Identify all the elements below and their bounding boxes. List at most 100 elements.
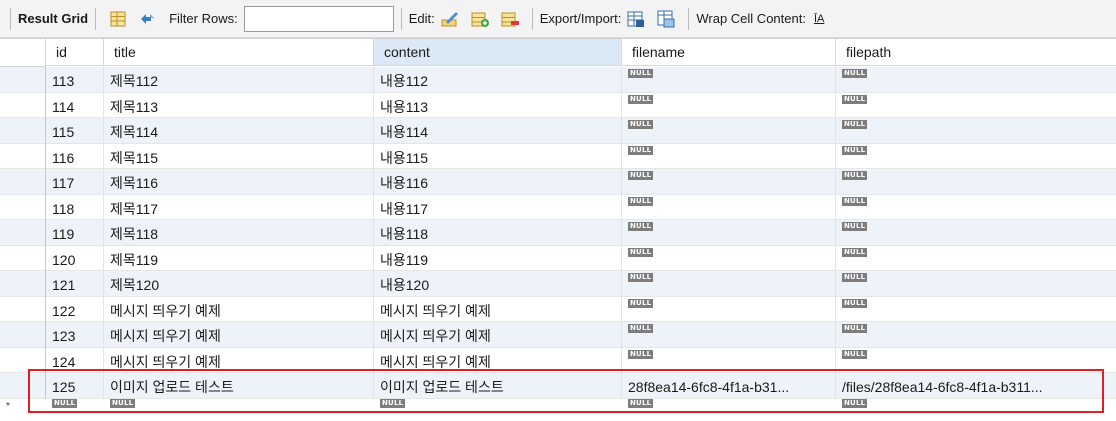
export-icon[interactable] xyxy=(625,8,647,30)
cell-filepath[interactable]: NULL xyxy=(836,271,1116,297)
new-cell-content[interactable]: NULL xyxy=(374,398,622,415)
row-marker[interactable] xyxy=(0,296,46,322)
cell-id[interactable]: 115 xyxy=(46,118,104,144)
table-row[interactable]: 120 제목119 내용119 NULL NULL xyxy=(0,245,1116,272)
result-grid[interactable]: id title content filename filepath 113 제목… xyxy=(0,38,1116,421)
table-row[interactable]: 124 메시지 띄우기 예제 메시지 띄우기 예제 NULL NULL xyxy=(0,347,1116,374)
cell-title[interactable]: 메시지 띄우기 예제 xyxy=(104,347,374,373)
table-row[interactable]: 118 제목117 내용117 NULL NULL xyxy=(0,194,1116,221)
row-marker[interactable] xyxy=(0,67,46,93)
table-row[interactable]: 115 제목114 내용114 NULL NULL xyxy=(0,118,1116,144)
cell-title[interactable]: 제목112 xyxy=(104,67,374,93)
row-marker[interactable] xyxy=(0,169,46,195)
row-marker[interactable] xyxy=(0,245,46,271)
cell-filename[interactable]: NULL xyxy=(622,194,836,220)
cell-title[interactable]: 제목117 xyxy=(104,194,374,220)
cell-filepath[interactable]: NULL xyxy=(836,118,1116,144)
cell-filepath[interactable]: NULL xyxy=(836,297,1116,323)
cell-id[interactable]: 119 xyxy=(46,220,104,246)
table-row[interactable]: 114 제목113 내용113 NULL NULL xyxy=(0,92,1116,119)
cell-filename[interactable]: NULL xyxy=(622,169,836,195)
cell-title[interactable]: 메시지 띄우기 예제 xyxy=(104,296,374,322)
new-row[interactable]: * NULL NULL NULL NULL NULL xyxy=(0,398,1116,415)
column-header-title[interactable]: title xyxy=(104,39,374,66)
table-row[interactable]: 122 메시지 띄우기 예제 메시지 띄우기 예제 NULL NULL xyxy=(0,296,1116,323)
cell-id[interactable]: 121 xyxy=(46,271,104,297)
new-cell-id[interactable]: NULL xyxy=(46,398,104,415)
column-header-id[interactable]: id xyxy=(46,39,104,66)
cell-filename[interactable]: NULL xyxy=(622,296,836,322)
table-row[interactable]: 123 메시지 띄우기 예제 메시지 띄우기 예제 NULL NULL xyxy=(0,322,1116,348)
cell-content[interactable]: 메시지 띄우기 예제 xyxy=(374,322,622,348)
cell-filepath[interactable]: NULL xyxy=(836,220,1116,246)
row-marker[interactable] xyxy=(0,373,46,399)
cell-id[interactable]: 124 xyxy=(46,347,104,373)
cell-filename[interactable]: NULL xyxy=(622,220,836,246)
cell-content[interactable]: 메시지 띄우기 예제 xyxy=(374,296,622,322)
cell-title[interactable]: 제목120 xyxy=(104,271,374,297)
table-row[interactable]: 125 이미지 업로드 테스트 이미지 업로드 테스트 28f8ea14-6fc8-4… xyxy=(0,373,1116,399)
cell-id[interactable]: 122 xyxy=(46,296,104,322)
table-row[interactable]: 121 제목120 내용120 NULL NULL xyxy=(0,271,1116,297)
cell-title[interactable]: 제목118 xyxy=(104,220,374,246)
new-cell-filename[interactable]: NULL xyxy=(622,398,836,415)
table-row[interactable]: 117 제목116 내용116 NULL NULL xyxy=(0,169,1116,195)
column-header-filename[interactable]: filename xyxy=(622,39,836,66)
row-marker[interactable] xyxy=(0,271,46,297)
refresh-icon[interactable] xyxy=(137,8,159,30)
cell-title[interactable]: 이미지 업로드 테스트 xyxy=(104,373,374,399)
cell-title[interactable]: 제목115 xyxy=(104,143,374,169)
row-marker[interactable] xyxy=(0,220,46,246)
cell-content[interactable]: 내용115 xyxy=(374,143,622,169)
cell-filename[interactable]: NULL xyxy=(622,245,836,271)
cell-content[interactable]: 내용117 xyxy=(374,194,622,220)
cell-filepath[interactable]: NULL xyxy=(836,195,1116,221)
cell-filepath[interactable]: /files/28f8ea14-6fc8-4f1a-b311... xyxy=(836,373,1116,399)
cell-id[interactable]: 113 xyxy=(46,67,104,93)
filter-rows-input[interactable] xyxy=(243,5,394,32)
cell-content[interactable]: 메시지 띄우기 예제 xyxy=(374,347,622,373)
cell-id[interactable]: 123 xyxy=(46,322,104,348)
cell-id[interactable]: 125 xyxy=(46,373,104,399)
cell-filepath[interactable]: NULL xyxy=(836,93,1116,119)
cell-content[interactable]: 내용116 xyxy=(374,169,622,195)
cell-filename[interactable]: 28f8ea14-6fc8-4f1a-b31... xyxy=(622,373,836,399)
cell-content[interactable]: 내용113 xyxy=(374,92,622,118)
cell-id[interactable]: 117 xyxy=(46,169,104,195)
cell-content[interactable]: 내용118 xyxy=(374,220,622,246)
row-marker[interactable] xyxy=(0,347,46,373)
row-marker[interactable] xyxy=(0,143,46,169)
row-marker[interactable] xyxy=(0,92,46,118)
cell-title[interactable]: 제목119 xyxy=(104,245,374,271)
wrap-cell-icon[interactable]: ĪA xyxy=(810,8,828,30)
cell-filepath[interactable]: NULL xyxy=(836,348,1116,374)
row-marker[interactable] xyxy=(0,322,46,348)
cell-id[interactable]: 118 xyxy=(46,194,104,220)
row-marker[interactable] xyxy=(0,194,46,220)
cell-content[interactable]: 내용112 xyxy=(374,67,622,93)
table-row[interactable]: 116 제목115 내용115 NULL NULL xyxy=(0,143,1116,170)
cell-filepath[interactable]: NULL xyxy=(836,67,1116,93)
table-row[interactable]: 113 제목112 내용112 NULL NULL xyxy=(0,67,1116,93)
cell-title[interactable]: 제목116 xyxy=(104,169,374,195)
row-marker[interactable] xyxy=(0,118,46,144)
cell-id[interactable]: 114 xyxy=(46,92,104,118)
cell-title[interactable]: 제목114 xyxy=(104,118,374,144)
cell-content[interactable]: 이미지 업로드 테스트 xyxy=(374,373,622,399)
cell-filename[interactable]: NULL xyxy=(622,92,836,118)
add-row-icon[interactable] xyxy=(469,8,491,30)
new-cell-title[interactable]: NULL xyxy=(104,398,374,415)
edit-row-icon[interactable] xyxy=(439,8,461,30)
column-header-filepath[interactable]: filepath xyxy=(836,39,1116,66)
result-grid-icon[interactable] xyxy=(107,8,129,30)
cell-filepath[interactable]: NULL xyxy=(836,246,1116,272)
cell-id[interactable]: 116 xyxy=(46,143,104,169)
cell-filepath[interactable]: NULL xyxy=(836,322,1116,348)
cell-filename[interactable]: NULL xyxy=(622,322,836,348)
cell-title[interactable]: 메시지 띄우기 예제 xyxy=(104,322,374,348)
cell-filename[interactable]: NULL xyxy=(622,143,836,169)
cell-filepath[interactable]: NULL xyxy=(836,169,1116,195)
cell-id[interactable]: 120 xyxy=(46,245,104,271)
import-icon[interactable] xyxy=(655,8,677,30)
cell-filepath[interactable]: NULL xyxy=(836,144,1116,170)
